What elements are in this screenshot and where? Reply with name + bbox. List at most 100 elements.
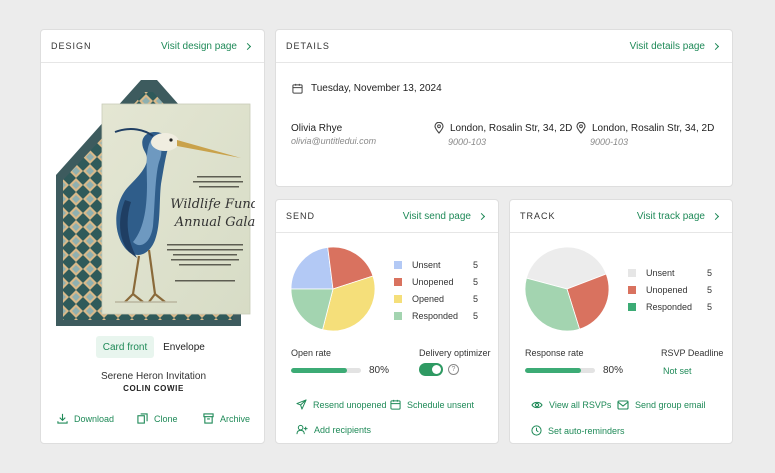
design-tab-card-front[interactable]: Card front bbox=[96, 336, 154, 358]
event-date-text: Tuesday, November 13, 2024 bbox=[311, 83, 442, 94]
track-card: TRACK Visit track page Unsent 5 Unopened… bbox=[509, 199, 733, 444]
invite-headline-1: Wildlife Funds bbox=[170, 197, 255, 212]
download-button[interactable]: Download bbox=[57, 413, 114, 424]
legend-label: Unsent bbox=[412, 260, 441, 270]
eye-icon bbox=[531, 400, 543, 410]
archive-button[interactable]: Archive bbox=[203, 413, 250, 424]
send-legend-responded: Responded 5 bbox=[394, 311, 478, 321]
open-rate-bar-fill bbox=[291, 368, 347, 373]
clock-icon bbox=[531, 425, 542, 436]
legend-label: Responded bbox=[646, 302, 693, 312]
open-rate-bar bbox=[291, 368, 361, 373]
visit-track-page-link[interactable]: Visit track page bbox=[637, 211, 720, 222]
track-legend-responded: Responded 5 bbox=[628, 302, 712, 312]
envelope-illustration: Wildlife Funds Annual Gala bbox=[56, 80, 266, 326]
legend-label: Unopened bbox=[646, 285, 688, 295]
clone-button[interactable]: Clone bbox=[137, 413, 178, 424]
send-legend-unopened: Unopened 5 bbox=[394, 277, 478, 287]
send-icon bbox=[296, 399, 307, 410]
send-group-email-button[interactable]: Send group email bbox=[617, 400, 706, 410]
chevron-right-icon bbox=[711, 212, 720, 220]
track-legend-unsent: Unsent 5 bbox=[628, 268, 712, 278]
send-legend-unsent: Unsent 5 bbox=[394, 260, 478, 270]
track-legend-swatch bbox=[628, 286, 636, 294]
send-card: SEND Visit send page Unsent 5 Unopened 5… bbox=[275, 199, 499, 444]
legend-value: 5 bbox=[472, 311, 478, 321]
details-card-header: DETAILS Visit details page bbox=[276, 30, 732, 63]
legend-label: Responded bbox=[412, 311, 459, 321]
legend-value: 5 bbox=[706, 285, 712, 295]
rsvp-deadline-label: RSVP Deadline bbox=[661, 348, 724, 358]
details-title: DETAILS bbox=[286, 41, 330, 51]
location-2-address: London, Rosalin Str, 34, 2D bbox=[592, 122, 715, 134]
legend-value: 5 bbox=[472, 260, 478, 270]
send-legend-swatch bbox=[394, 312, 402, 320]
map-pin-icon bbox=[576, 122, 586, 134]
design-tab-envelope[interactable]: Envelope bbox=[159, 336, 209, 358]
send-legend-swatch bbox=[394, 278, 402, 286]
visit-details-page-link[interactable]: Visit details page bbox=[630, 41, 720, 52]
legend-value: 5 bbox=[472, 294, 478, 304]
card-preview[interactable]: Wildlife Funds Annual Gala bbox=[55, 80, 266, 330]
calendar-icon bbox=[292, 83, 303, 94]
add-recipients-label: Add recipients bbox=[314, 424, 372, 435]
send-group-email-label: Send group email bbox=[635, 400, 706, 410]
track-legend-swatch bbox=[628, 303, 636, 311]
legend-value: 5 bbox=[706, 268, 712, 278]
visit-design-page-link[interactable]: Visit design page bbox=[161, 40, 252, 52]
visit-design-page-label: Visit design page bbox=[161, 40, 237, 52]
send-legend-swatch bbox=[394, 295, 402, 303]
chevron-right-icon bbox=[477, 212, 486, 220]
open-rate-value: 80% bbox=[369, 365, 390, 376]
help-icon[interactable]: ? bbox=[448, 364, 459, 375]
add-recipients-button[interactable]: Add recipients bbox=[296, 424, 371, 435]
response-rate-label: Response rate bbox=[525, 348, 584, 358]
legend-value: 5 bbox=[472, 277, 478, 287]
send-legend-swatch bbox=[394, 261, 402, 269]
schedule-unsent-button[interactable]: Schedule unsent bbox=[390, 399, 474, 410]
visit-send-page-label: Visit send page bbox=[402, 210, 471, 222]
track-title: TRACK bbox=[520, 211, 556, 221]
open-rate-label: Open rate bbox=[291, 348, 332, 358]
download-icon bbox=[57, 413, 68, 424]
view-all-rsvps-button[interactable]: View all RSVPs bbox=[531, 400, 611, 410]
track-card-header: TRACK Visit track page bbox=[510, 200, 732, 233]
download-label: Download bbox=[74, 413, 115, 424]
visit-send-page-link[interactable]: Visit send page bbox=[402, 210, 486, 222]
legend-label: Unsent bbox=[646, 268, 675, 278]
event-date: Tuesday, November 13, 2024 bbox=[292, 83, 442, 94]
rsvp-deadline-value[interactable]: Not set bbox=[663, 366, 692, 376]
add-user-icon bbox=[296, 424, 308, 435]
design-card: DESIGN Visit design page Wildlife Fun An… bbox=[40, 29, 266, 444]
envelope-label: Envelope bbox=[163, 341, 205, 353]
design-card-header: DESIGN Visit design page bbox=[41, 30, 264, 63]
send-legend-opened: Opened 5 bbox=[394, 294, 478, 304]
location-1: London, Rosalin Str, 34, 2D 9000-103 bbox=[434, 122, 572, 147]
archive-label: Archive bbox=[220, 413, 251, 424]
view-all-rsvps-label: View all RSVPs bbox=[549, 400, 612, 410]
mail-icon bbox=[617, 400, 629, 410]
toggle-knob bbox=[432, 365, 441, 374]
set-auto-reminders-label: Set auto-reminders bbox=[548, 425, 625, 436]
response-rate-value: 80% bbox=[603, 365, 624, 376]
location-1-code: 9000-103 bbox=[448, 137, 487, 147]
pie-slice-unsent bbox=[290, 246, 334, 290]
track-legend-unopened: Unopened 5 bbox=[628, 285, 712, 295]
response-rate-bar bbox=[525, 368, 595, 373]
track-pie-chart bbox=[524, 246, 610, 332]
send-card-header: SEND Visit send page bbox=[276, 200, 498, 233]
resend-unopened-label: Resend unopened bbox=[313, 399, 387, 410]
track-legend-swatch bbox=[628, 269, 636, 277]
resend-unopened-button[interactable]: Resend unopened bbox=[296, 399, 387, 410]
delivery-optimizer-toggle[interactable] bbox=[419, 363, 443, 376]
map-pin-icon bbox=[434, 122, 444, 134]
clone-icon bbox=[137, 413, 148, 424]
design-title: DESIGN bbox=[51, 41, 92, 51]
send-title: SEND bbox=[286, 211, 316, 221]
legend-value: 5 bbox=[706, 302, 712, 312]
legend-label: Unopened bbox=[412, 277, 454, 287]
invite-headline-2: Annual Gala bbox=[174, 215, 255, 230]
details-card: DETAILS Visit details page Tuesday, Nove… bbox=[275, 29, 733, 187]
set-auto-reminders-button[interactable]: Set auto-reminders bbox=[531, 425, 625, 436]
chevron-right-icon bbox=[711, 42, 720, 50]
